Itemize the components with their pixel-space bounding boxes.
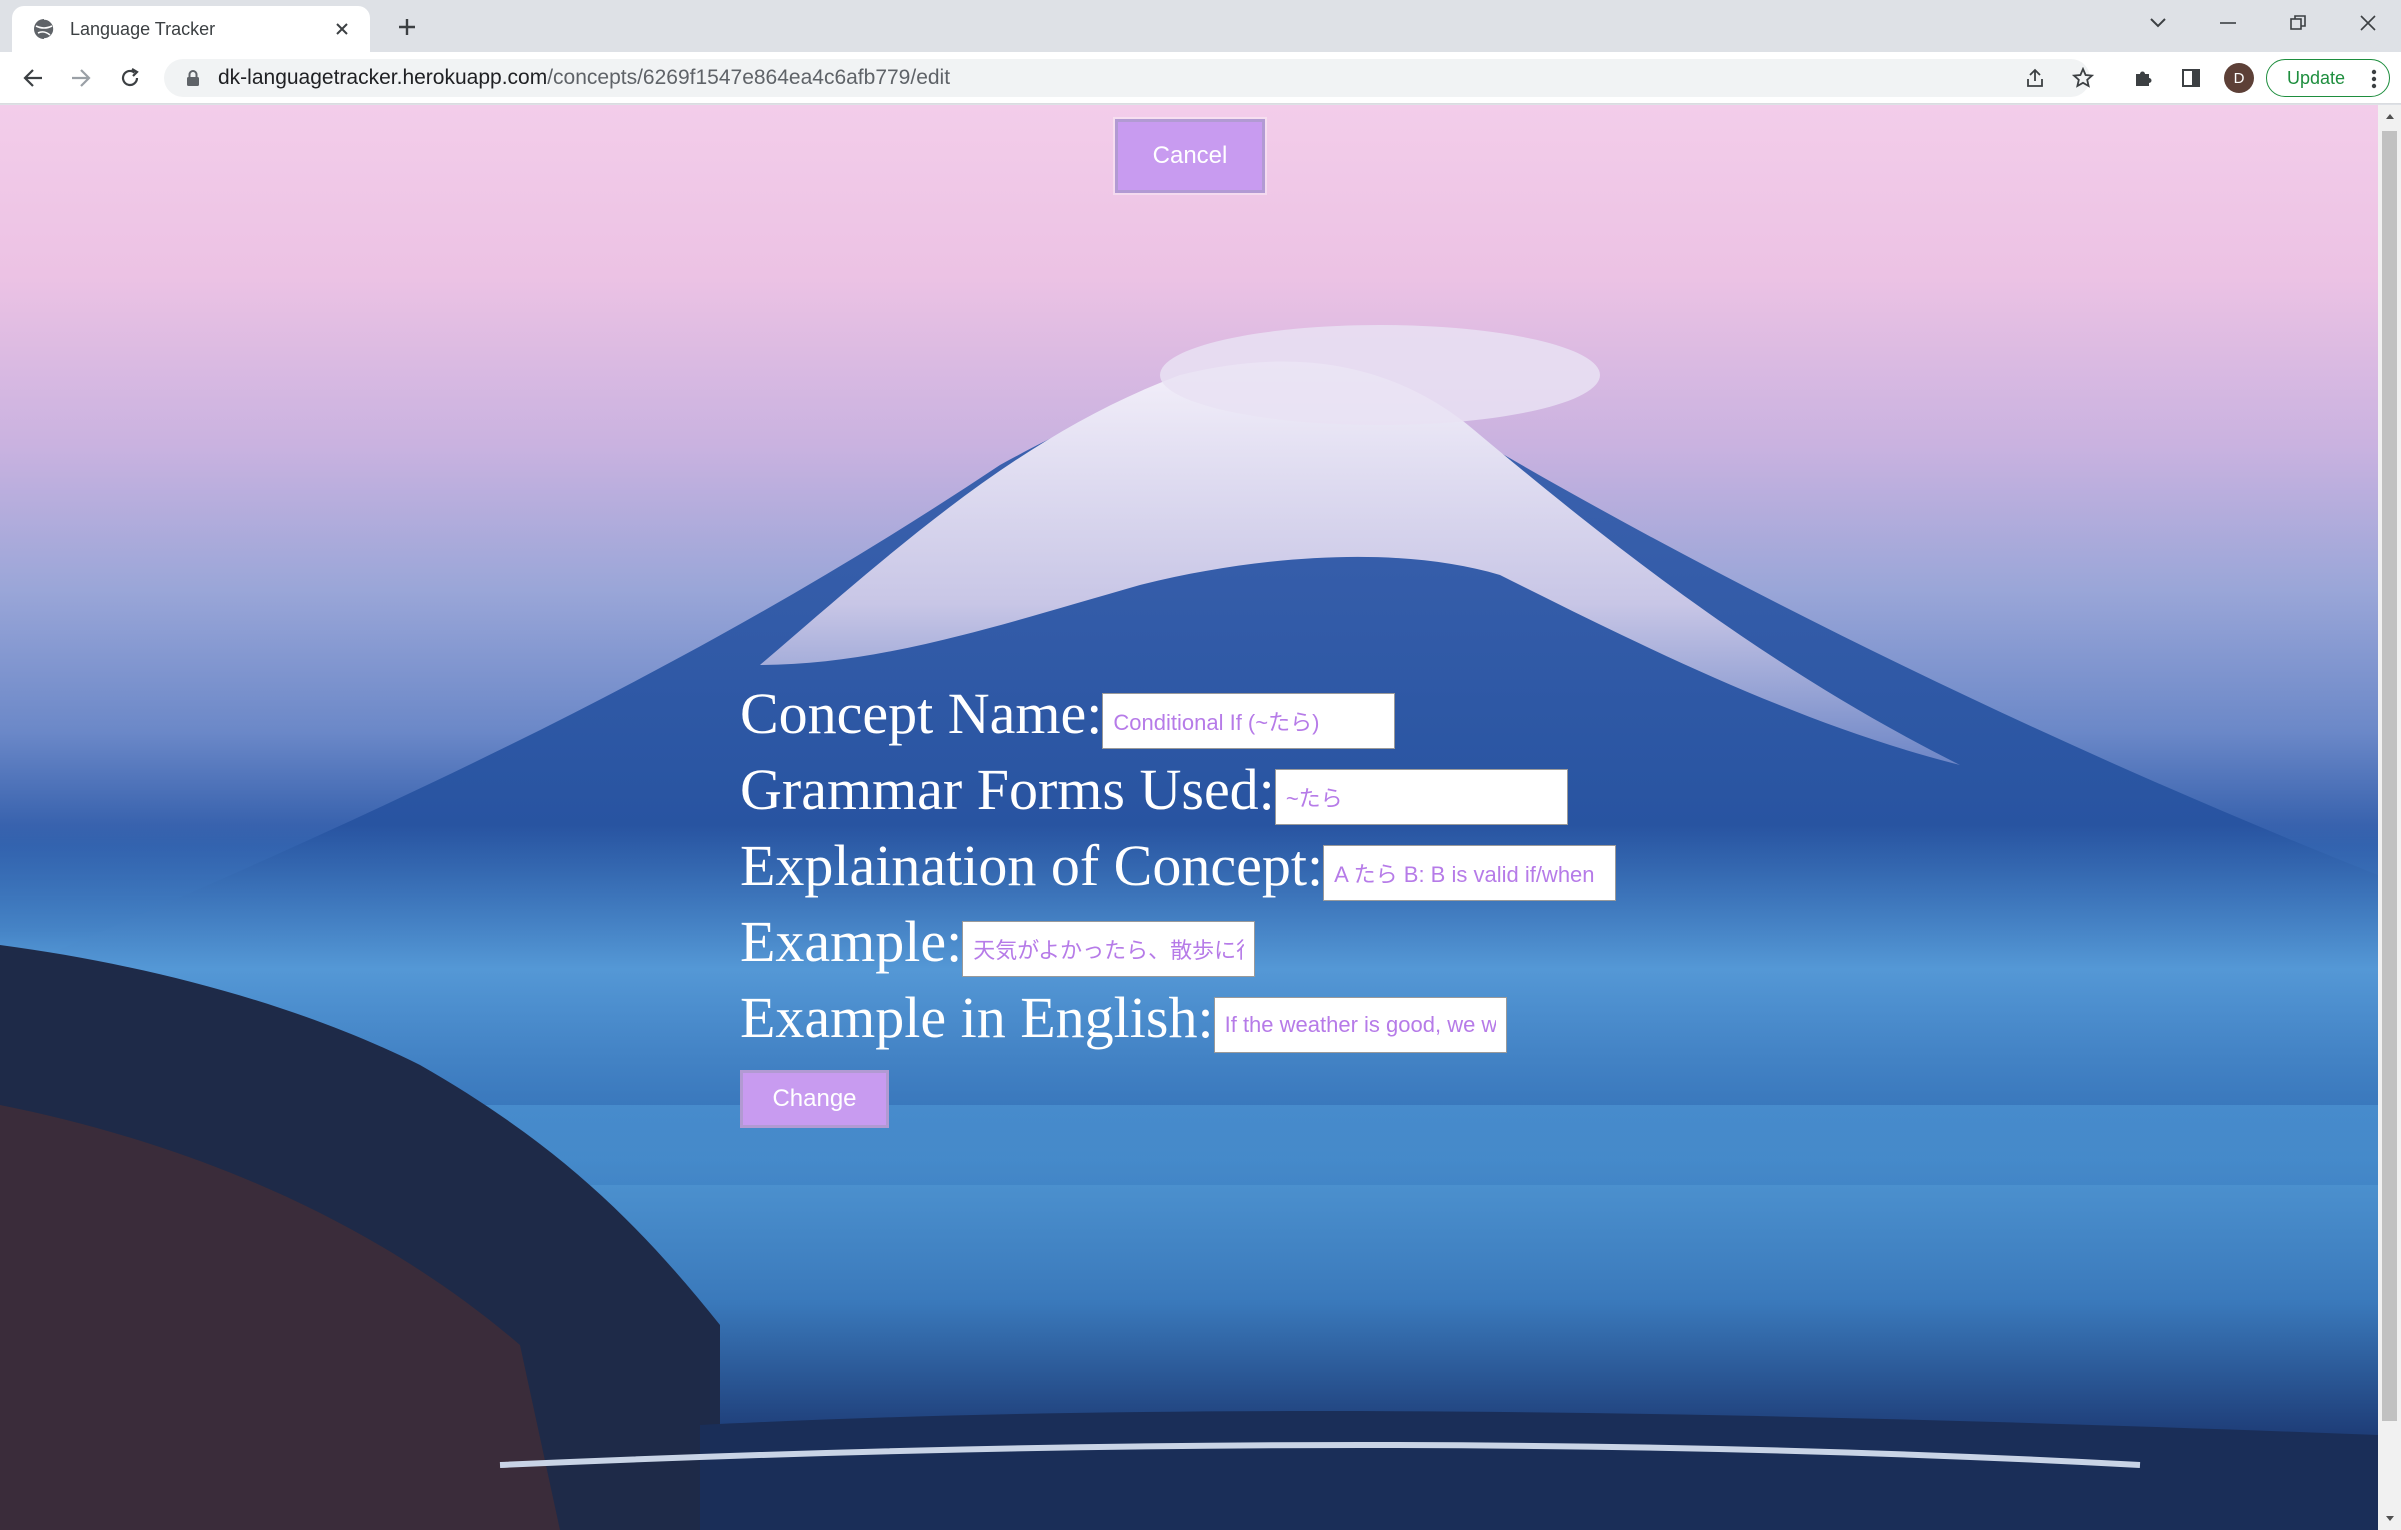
change-button[interactable]: Change <box>740 1070 889 1128</box>
tab-search-chevron-icon[interactable] <box>2136 6 2180 40</box>
scroll-up-arrow-icon[interactable] <box>2378 105 2401 127</box>
page-viewport: Cancel Concept Name: Grammar Forms Used:… <box>0 105 2378 1530</box>
tab-title: Language Tracker <box>70 18 216 39</box>
explanation-label: Explaination of Concept: <box>740 833 1324 898</box>
side-panel-icon[interactable] <box>2174 61 2208 95</box>
lock-icon <box>187 70 199 86</box>
update-label: Update <box>2287 67 2346 88</box>
grammar-forms-row: Grammar Forms Used: <box>740 752 1616 828</box>
reload-icon[interactable] <box>113 61 147 95</box>
grammar-forms-label: Grammar Forms Used: <box>740 757 1275 822</box>
concept-name-row: Concept Name: <box>740 676 1616 752</box>
close-window-icon[interactable] <box>2346 6 2390 40</box>
concept-name-input[interactable] <box>1102 693 1396 749</box>
share-icon[interactable] <box>2018 61 2052 95</box>
profile-avatar[interactable]: D <box>2224 63 2254 93</box>
globe-icon <box>34 18 55 40</box>
tab-close-icon[interactable] <box>328 15 356 43</box>
url-path: /concepts/6269f1547e864ea4c6afb779/edit <box>547 66 951 89</box>
scrollbar-thumb[interactable] <box>2382 131 2397 1421</box>
url-host: dk-languagetracker.herokuapp.com <box>218 66 548 89</box>
tab-strip: Language Tracker <box>0 0 2401 52</box>
update-button[interactable]: Update <box>2266 59 2390 97</box>
browser-toolbar: dk-languagetracker.herokuapp.com/concept… <box>0 52 2401 104</box>
concept-name-label: Concept Name: <box>740 681 1103 746</box>
forward-arrow-icon[interactable] <box>64 61 98 95</box>
cancel-button[interactable]: Cancel <box>1115 119 1265 193</box>
address-bar[interactable]: dk-languagetracker.herokuapp.com/concept… <box>164 59 2090 97</box>
scroll-down-arrow-icon[interactable] <box>2378 1508 2401 1530</box>
explanation-row: Explaination of Concept: <box>740 828 1617 904</box>
bookmark-star-icon[interactable] <box>2066 61 2100 95</box>
minimize-icon[interactable] <box>2206 6 2250 40</box>
url-text: dk-languagetracker.herokuapp.com/concept… <box>218 66 950 90</box>
example-english-row: Example in English: <box>740 980 1616 1056</box>
new-tab-icon[interactable] <box>390 10 424 44</box>
grammar-forms-input[interactable] <box>1274 769 1568 825</box>
back-arrow-icon[interactable] <box>16 61 50 95</box>
example-label: Example: <box>740 909 963 974</box>
extensions-puzzle-icon[interactable] <box>2126 61 2160 95</box>
browser-tab[interactable]: Language Tracker <box>12 6 370 52</box>
example-english-label: Example in English: <box>740 985 1214 1050</box>
edit-concept-form: Concept Name: Grammar Forms Used: Explai… <box>740 676 1617 1128</box>
restore-icon[interactable] <box>2276 6 2320 40</box>
example-english-input[interactable] <box>1213 997 1507 1053</box>
example-input[interactable] <box>962 921 1256 977</box>
vertical-scrollbar[interactable] <box>2378 105 2401 1530</box>
example-row: Example: <box>740 904 1616 980</box>
more-vert-icon <box>2371 69 2377 89</box>
explanation-input[interactable] <box>1323 845 1617 901</box>
